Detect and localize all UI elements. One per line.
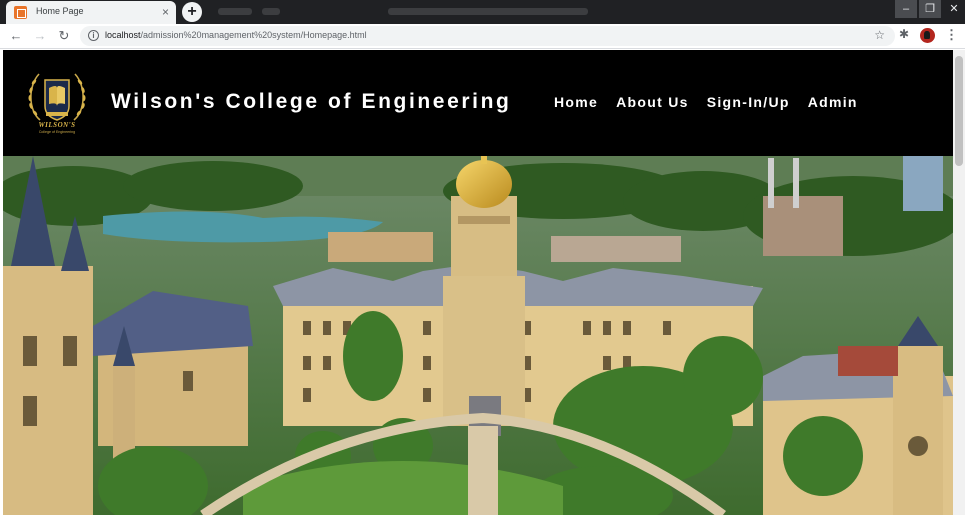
- site-info-icon[interactable]: i: [88, 30, 99, 41]
- logo-subtitle: College of Engineering: [38, 130, 76, 134]
- maximize-icon[interactable]: ❐: [919, 0, 941, 18]
- browser-toolbar: ← → ↻ i localhost/admission%20management…: [0, 24, 965, 49]
- minimize-icon[interactable]: –: [895, 0, 917, 18]
- site-title: Wilson's College of Engineering: [111, 90, 512, 113]
- new-tab-button[interactable]: +: [182, 2, 202, 22]
- blurred-tab[interactable]: [218, 8, 252, 15]
- page-favicon-icon: [14, 6, 27, 19]
- browser-tab-strip: Home Page × + – ❐ ✕: [0, 0, 965, 24]
- main-nav: Home About Us Sign-In/Up Admin: [554, 94, 876, 110]
- blurred-window-title: [388, 8, 588, 15]
- browser-tab-home-page[interactable]: Home Page ×: [6, 1, 176, 24]
- close-window-icon[interactable]: ✕: [943, 0, 965, 18]
- campus-hero-image: [3, 156, 953, 515]
- browser-menu-icon[interactable]: ⋮: [945, 27, 958, 43]
- reload-icon[interactable]: ↻: [56, 28, 72, 44]
- blurred-tab[interactable]: [262, 8, 280, 15]
- nav-link-admin[interactable]: Admin: [808, 94, 858, 110]
- tab-title: Home Page: [36, 6, 84, 16]
- profile-avatar-icon[interactable]: [920, 28, 935, 43]
- window-controls: – ❐ ✕: [895, 0, 965, 24]
- logo-wordmark: WILSON'S: [38, 121, 76, 129]
- tab-close-icon[interactable]: ×: [162, 4, 169, 20]
- url-host: localhost: [105, 30, 141, 40]
- extensions-puzzle-icon[interactable]: ✱: [899, 27, 909, 41]
- forward-arrow-icon[interactable]: →: [32, 28, 48, 44]
- nav-link-home[interactable]: Home: [554, 94, 598, 110]
- back-arrow-icon[interactable]: ←: [8, 28, 24, 44]
- address-bar[interactable]: i localhost/admission%20management%20sys…: [80, 26, 895, 46]
- site-header: WILSON'S College of Engineering Wilson's…: [3, 50, 953, 156]
- scrollbar-thumb[interactable]: [955, 56, 963, 166]
- nav-link-sign-in-up[interactable]: Sign-In/Up: [707, 94, 790, 110]
- page-scrollbar[interactable]: [953, 50, 965, 515]
- bookmark-star-icon[interactable]: ☆: [874, 28, 885, 42]
- url-path: /admission%20management%20system/Homepag…: [140, 30, 367, 40]
- nav-link-about-us[interactable]: About Us: [616, 94, 689, 110]
- url-text: localhost/admission%20management%20syste…: [105, 30, 367, 40]
